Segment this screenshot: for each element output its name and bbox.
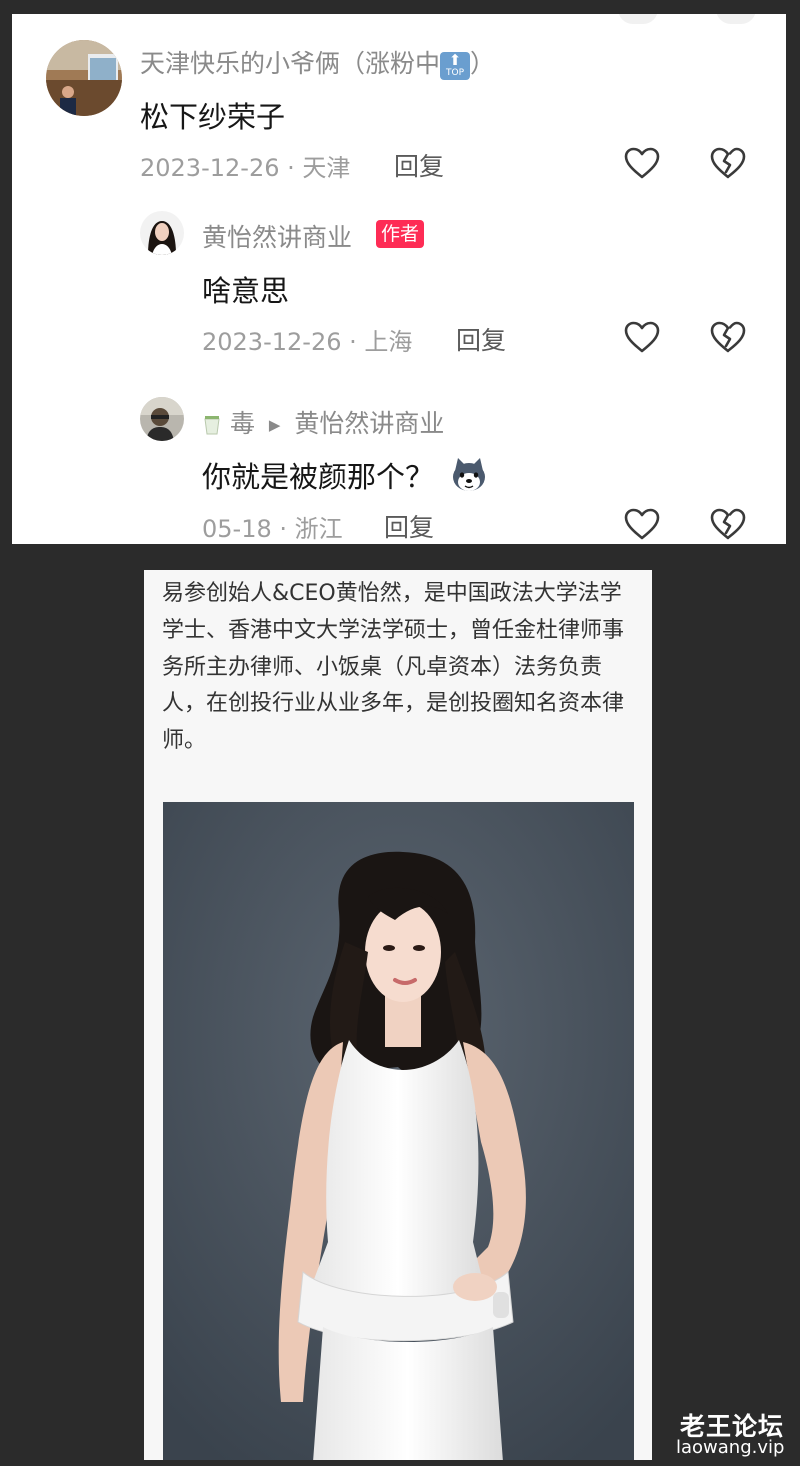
watermark-url: laowang.vip [676,1437,785,1458]
reply-username-line: 毒 ▶ 黄怡然讲商业 [202,404,444,440]
cut-off-button [716,14,756,24]
author-badge: 作者 [376,220,425,248]
comment-text: 松下纱荣子 [140,100,286,134]
comment-location: 天津 [302,154,351,182]
tea-cup-icon [202,410,222,436]
cut-off-button [618,14,658,24]
comment-date: 2023-12-26 [140,154,280,182]
reply-text: 啥意思 [202,274,290,308]
article-paragraph: 易参创始人&CEO黄怡然，是中国政法大学法学学士、香港中文大学法学硕士，曾任金杜… [162,581,625,754]
dislike-button[interactable] [708,505,748,544]
reply-date: 05-18 [202,515,272,543]
avatar[interactable] [46,40,122,116]
broken-heart-icon [710,508,746,540]
portrait-photo [163,802,634,1460]
article-excerpt: 易参创始人&CEO黄怡然，是中国政法大学法学学士、香港中文大学法学硕士，曾任金杜… [144,570,652,1460]
reply-button[interactable]: 回复 [394,147,444,183]
reply-date: 2023-12-26 [202,328,342,356]
avatar-photo [46,40,122,116]
reply-meta: 2023-12-26 · 上海 [202,322,412,357]
play-triangle-icon: ▶ [268,416,281,434]
reply-text-content: 你就是被颜那个？ [202,460,435,494]
broken-heart-icon [710,147,746,179]
meta-separator: · [271,515,295,543]
top-badge: ⬆ TOP [440,51,471,80]
like-button[interactable] [622,505,662,544]
like-button[interactable] [622,318,662,358]
heart-outline-icon [624,508,660,540]
portrait-illustration [163,802,634,1460]
reply-button[interactable]: 回复 [456,321,506,357]
heart-outline-icon [624,147,660,179]
meta-separator: · [279,154,303,182]
avatar[interactable] [140,211,184,255]
top-badge-label: TOP [446,68,465,78]
heart-outline-icon [624,321,660,353]
reply-button[interactable]: 回复 [384,508,434,544]
reply-meta: 05-18 · 浙江 [202,509,343,544]
reply-location: 上海 [364,328,413,356]
reply-text: 你就是被颜那个？ [202,454,489,496]
reply-target[interactable]: 黄怡然讲商业 [294,409,444,438]
reply-username[interactable]: 黄怡然讲商业 [202,218,352,254]
comment-list: 天津快乐的小爷俩（涨粉中 ⬆ TOP） 松下纱荣子 2023-12-26 · 天津 … [12,14,786,544]
username-text: 天津快乐的小爷俩（涨粉中 [140,49,441,78]
like-button[interactable] [622,144,662,184]
username-suffix: ） [470,49,496,78]
avatar[interactable] [140,397,184,441]
meta-separator: · [341,328,365,356]
avatar-photo [140,211,184,255]
broken-heart-icon [710,321,746,353]
dislike-button[interactable] [708,318,748,358]
husky-emoji-icon [449,455,489,495]
reply-username[interactable]: 毒 [230,409,255,438]
dislike-button[interactable] [708,144,748,184]
comment-meta: 2023-12-26 · 天津 [140,148,350,183]
avatar-photo [140,397,184,441]
comment-username[interactable]: 天津快乐的小爷俩（涨粉中 ⬆ TOP） [140,44,495,80]
arrow-up-icon: ⬆ [448,51,462,69]
reply-location: 浙江 [294,515,343,543]
